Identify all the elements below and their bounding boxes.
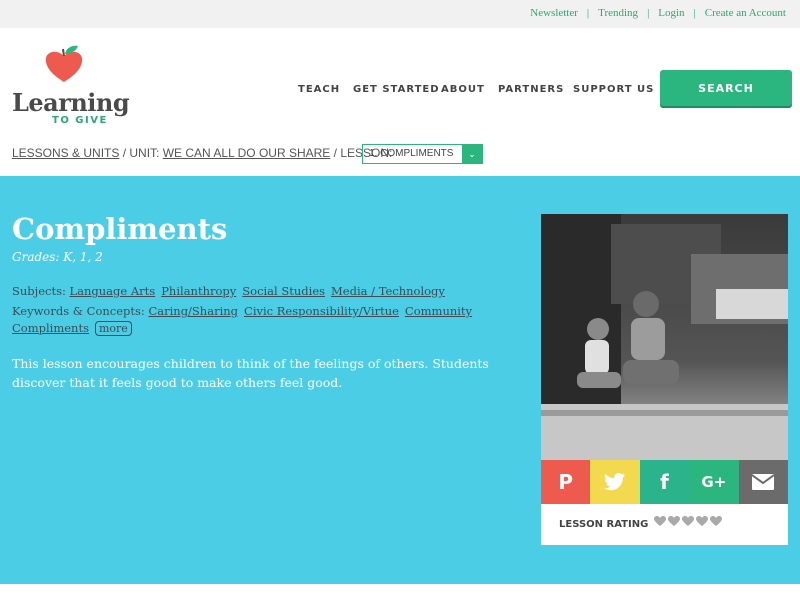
twitter-icon[interactable] xyxy=(590,460,640,504)
nav-about[interactable]: ABOUT xyxy=(441,84,485,95)
lesson-photo xyxy=(541,214,788,460)
subject-link[interactable]: Philanthropy xyxy=(161,284,236,298)
login-link[interactable]: Login xyxy=(658,7,684,19)
apple-logo-icon xyxy=(45,45,83,82)
rating-hearts[interactable] xyxy=(654,516,722,527)
email-icon[interactable] xyxy=(738,460,788,504)
search-button[interactable]: SEARCH xyxy=(660,70,792,106)
keyword-link[interactable]: Civic Responsibility/Virtue xyxy=(244,304,399,318)
utility-links: Newsletter | Trending | Login | Create an Acco… xyxy=(530,7,786,19)
heart-icon[interactable] xyxy=(710,516,722,527)
lesson-description: This lesson encourages children to think… xyxy=(12,356,489,390)
separator: | xyxy=(647,7,650,19)
subjects-row: Subjects: Language Arts Philanthropy Socia… xyxy=(12,284,451,298)
site-header: Learning TO GIVE TEACH GET STARTED ABOUT… xyxy=(0,28,800,138)
nav-partners[interactable]: PARTNERS xyxy=(498,84,564,95)
create-account-link[interactable]: Create an Account xyxy=(705,7,786,19)
keywords-row-2: Compliments more xyxy=(12,321,132,336)
subject-link[interactable]: Language Arts xyxy=(70,284,156,298)
chevron-down-icon[interactable]: ⌄ xyxy=(462,145,482,163)
lesson-select-value: 1. COMPLIMENTS xyxy=(369,148,454,159)
breadcrumb: LESSONS & UNITS / UNIT: WE CAN ALL DO OU… xyxy=(12,146,392,160)
separator: | xyxy=(693,7,696,19)
page-title: Compliments xyxy=(12,212,228,246)
logo-tagline: TO GIVE xyxy=(52,115,108,126)
lesson-grades: Grades: K, 1, 2 xyxy=(12,250,103,264)
subject-link[interactable]: Social Studies xyxy=(242,284,325,298)
heart-icon[interactable] xyxy=(696,516,708,527)
lesson-rating-label: LESSON RATING xyxy=(559,519,649,530)
keyword-link[interactable]: Caring/Sharing xyxy=(148,304,238,318)
breadcrumb-unit-link[interactable]: WE CAN ALL DO OUR SHARE xyxy=(163,146,331,160)
logo-wordmark: Learning xyxy=(12,88,130,117)
breadcrumb-separator: / UNIT: xyxy=(119,146,163,160)
pinterest-icon[interactable]: P xyxy=(541,460,591,504)
nav-teach[interactable]: TEACH xyxy=(298,84,340,95)
lesson-select[interactable]: 1. COMPLIMENTS ⌄ xyxy=(362,144,483,164)
learning-to-give-logo[interactable]: Learning TO GIVE xyxy=(12,44,142,126)
keyword-link[interactable]: Compliments xyxy=(12,321,89,335)
nav-support-us[interactable]: SUPPORT US xyxy=(573,84,654,95)
heart-icon[interactable] xyxy=(654,516,666,527)
lesson-card: P f G+ LESSON RATING xyxy=(541,214,788,545)
nav-get-started[interactable]: GET STARTED xyxy=(353,84,440,95)
lesson-hero: Compliments Grades: K, 1, 2 Subjects: La… xyxy=(0,176,800,584)
facebook-icon[interactable]: f xyxy=(639,460,690,504)
share-bar: P f G+ xyxy=(541,460,788,504)
trending-link[interactable]: Trending xyxy=(598,7,638,19)
keywords-label: Keywords & Concepts: xyxy=(12,304,145,318)
keyword-link[interactable]: Community xyxy=(405,304,472,318)
subject-link[interactable]: Media / Technology xyxy=(331,284,445,298)
utility-bar: Newsletter | Trending | Login | Create an Acco… xyxy=(0,0,800,28)
breadcrumb-lessons-units-link[interactable]: LESSONS & UNITS xyxy=(12,146,119,160)
google-plus-icon[interactable]: G+ xyxy=(689,460,739,504)
heart-icon[interactable] xyxy=(682,516,694,527)
separator: | xyxy=(586,7,590,19)
keywords-row: Keywords & Concepts: Caring/Sharing Civic… xyxy=(12,304,478,318)
newsletter-link[interactable]: Newsletter xyxy=(530,7,578,19)
heart-icon[interactable] xyxy=(668,516,680,527)
more-keywords-button[interactable]: more xyxy=(95,321,132,336)
subjects-label: Subjects: xyxy=(12,284,66,298)
